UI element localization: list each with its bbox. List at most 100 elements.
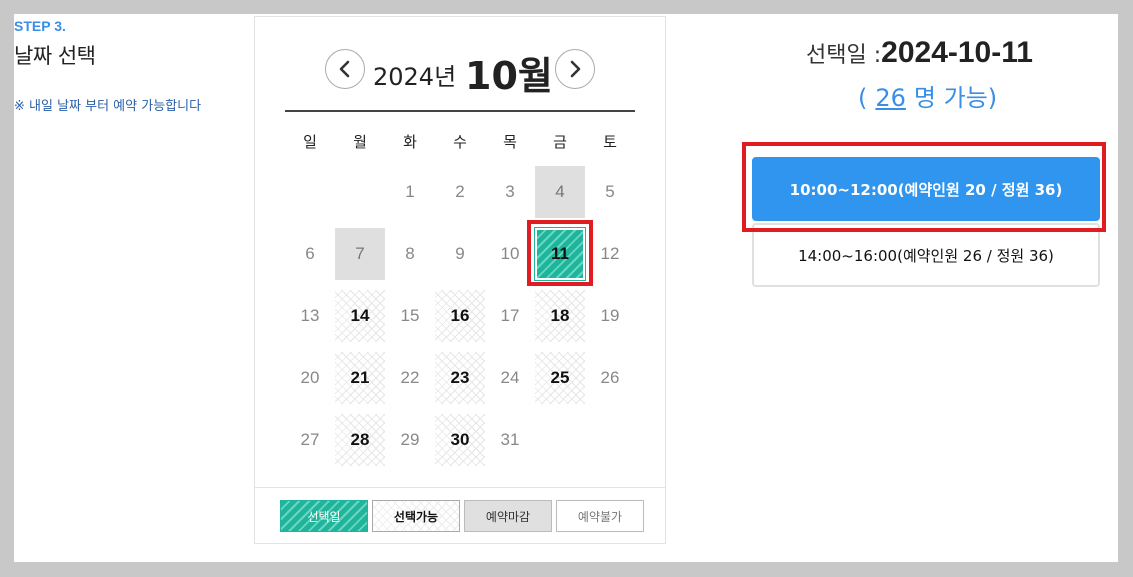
day-number: 17 <box>500 306 520 325</box>
calendar-day-3: 3 <box>485 161 535 223</box>
day-number: 14 <box>335 290 385 342</box>
calendar: 2024년 10월 일 월 화 수 목 금 토 1 2 3 4 5 6 7 8 9 10 11 12 1… <box>254 16 666 544</box>
step-title: 날짜 선택 <box>14 44 96 68</box>
calendar-day-29: 29 <box>385 409 435 471</box>
calendar-day-30[interactable]: 30 <box>435 409 485 471</box>
calendar-day-5: 5 <box>585 161 635 223</box>
weekday-label: 화 <box>403 133 417 151</box>
step-note: ※ 내일 날짜 부터 예약 가능합니다 <box>14 99 202 114</box>
day-number: 2 <box>455 182 465 201</box>
calendar-day-12: 12 <box>585 223 635 285</box>
calendar-day-27: 27 <box>285 409 335 471</box>
calendar-day-18[interactable]: 18 <box>535 285 585 347</box>
day-number: 4 <box>535 166 585 218</box>
calendar-day-empty <box>535 409 585 471</box>
calendar-day-7: 7 <box>335 223 385 285</box>
calendar-day-6: 6 <box>285 223 335 285</box>
calendar-day-28[interactable]: 28 <box>335 409 385 471</box>
calendar-week: 6 7 8 9 10 11 12 <box>285 220 635 286</box>
calendar-day-4: 4 <box>535 161 585 223</box>
day-number: 5 <box>605 182 615 201</box>
day-number: 31 <box>500 430 520 449</box>
calendar-day-24: 24 <box>485 347 535 409</box>
day-number: 16 <box>435 290 485 342</box>
weekday-label: 금 <box>553 133 567 151</box>
calendar-day-23[interactable]: 23 <box>435 347 485 409</box>
chevron-left-icon <box>339 60 350 78</box>
day-number: 20 <box>300 368 320 387</box>
prev-month-button[interactable] <box>325 49 365 89</box>
weekday-label: 월 <box>353 133 367 151</box>
calendar-day-19: 19 <box>585 285 635 347</box>
calendar-day-14[interactable]: 14 <box>335 285 385 347</box>
calendar-day-10: 10 <box>485 223 535 285</box>
calendar-day-1: 1 <box>385 161 435 223</box>
calendar-day-empty <box>335 161 385 223</box>
day-number: 11 <box>534 227 586 281</box>
day-number: 26 <box>600 368 620 387</box>
day-number <box>535 414 585 466</box>
day-number: 19 <box>600 306 620 325</box>
calendar-day-13: 13 <box>285 285 335 347</box>
legend-unavailable: 예약불가 <box>556 500 644 532</box>
day-number <box>585 414 635 466</box>
day-number <box>285 166 335 218</box>
weekday-header: 일 월 화 수 목 금 토 <box>285 131 635 152</box>
day-number: 10 <box>500 244 520 263</box>
capacity-count[interactable]: 26 <box>867 84 914 112</box>
selected-date-prefix: 선택일 : <box>806 43 882 68</box>
step-label: STEP 3. <box>14 18 66 34</box>
calendar-day-8: 8 <box>385 223 435 285</box>
day-number: 30 <box>435 414 485 466</box>
day-number: 22 <box>400 368 420 387</box>
day-number: 23 <box>435 352 485 404</box>
day-number: 9 <box>455 244 465 263</box>
calendar-header: 2024년 10월 <box>255 43 665 98</box>
calendar-day-16[interactable]: 16 <box>435 285 485 347</box>
day-number: 1 <box>405 182 415 201</box>
time-slot-button-1[interactable]: 10:00~12:00(예약인원 20 / 정원 36) <box>752 157 1100 221</box>
selected-date-value: 2024-10-11 <box>881 36 1033 69</box>
legend-available: 선택가능 <box>372 500 460 532</box>
day-number: 24 <box>500 368 520 387</box>
selected-date-display: 선택일 :2024-10-11 <box>806 36 1033 70</box>
calendar-day-11[interactable]: 11 <box>527 220 593 286</box>
day-number <box>335 166 385 218</box>
calendar-week: 20 21 22 23 24 25 26 <box>285 347 635 409</box>
calendar-day-20: 20 <box>285 347 335 409</box>
day-number: 27 <box>300 430 320 449</box>
calendar-day-9: 9 <box>435 223 485 285</box>
day-number: 12 <box>600 244 620 263</box>
day-number: 8 <box>405 244 415 263</box>
chevron-right-icon <box>570 60 581 78</box>
day-number: 25 <box>535 352 585 404</box>
calendar-month: 10월 <box>465 54 553 98</box>
calendar-day-25[interactable]: 25 <box>535 347 585 409</box>
calendar-divider <box>285 110 635 112</box>
day-number: 15 <box>400 306 420 325</box>
capacity-text: 명 가능) <box>913 84 998 112</box>
capacity-display: (26 명 가능) <box>858 78 997 113</box>
calendar-day-22: 22 <box>385 347 435 409</box>
time-slot-button-2[interactable]: 14:00~16:00(예약인원 26 / 정원 36) <box>752 223 1100 287</box>
legend-selected: 선택일 <box>280 500 368 532</box>
weekday-label: 토 <box>603 133 617 151</box>
calendar-day-2: 2 <box>435 161 485 223</box>
weekday-label: 수 <box>453 133 467 151</box>
day-number: 18 <box>535 290 585 342</box>
calendar-week: 13 14 15 16 17 18 19 <box>285 285 635 347</box>
day-number: 6 <box>305 244 315 263</box>
calendar-day-26: 26 <box>585 347 635 409</box>
legend-closed: 예약마감 <box>464 500 552 532</box>
calendar-day-empty <box>585 409 635 471</box>
day-number: 13 <box>300 306 320 325</box>
calendar-day-21[interactable]: 21 <box>335 347 385 409</box>
next-month-button[interactable] <box>555 49 595 89</box>
calendar-day-empty <box>285 161 335 223</box>
legend-divider <box>255 487 665 488</box>
calendar-week: 27 28 29 30 31 <box>285 409 635 471</box>
calendar-day-31: 31 <box>485 409 535 471</box>
calendar-day-15: 15 <box>385 285 435 347</box>
day-number: 3 <box>505 182 515 201</box>
day-number: 29 <box>400 430 420 449</box>
